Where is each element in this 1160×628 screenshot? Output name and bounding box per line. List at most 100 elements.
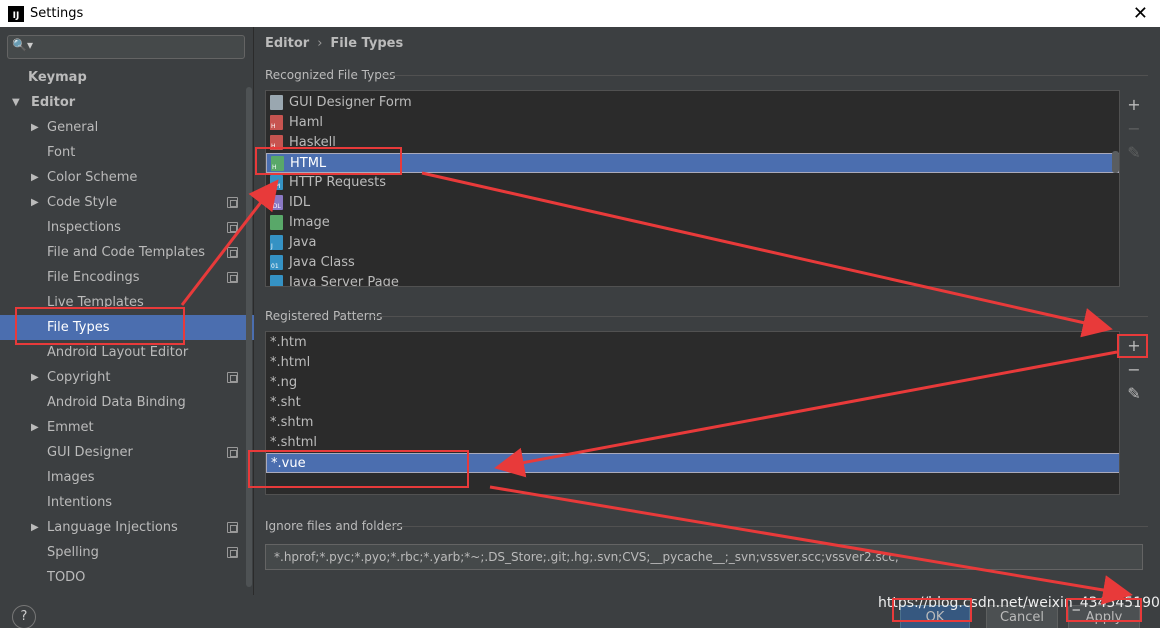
file-type-label: GUI Designer Form bbox=[289, 95, 412, 110]
sidebar-item-todo[interactable]: TODO bbox=[0, 565, 254, 590]
sidebar-item-label: GUI Designer bbox=[47, 445, 133, 460]
annotation-box-vue bbox=[248, 450, 469, 488]
pattern-row[interactable]: *.ng bbox=[266, 373, 1106, 393]
pattern-row[interactable]: *.sht bbox=[266, 393, 1106, 413]
sidebar-item-font[interactable]: Font bbox=[0, 140, 254, 165]
file-type-row[interactable]: Image bbox=[266, 213, 1106, 233]
file-type-icon-tag: J bbox=[270, 243, 274, 250]
pattern-label: *.shtm bbox=[270, 415, 314, 430]
collapse-arrow-icon[interactable]: ▶ bbox=[31, 115, 39, 140]
intellij-app-icon: IJ bbox=[8, 5, 24, 22]
edit-file-type-button[interactable]: ✎ bbox=[1123, 141, 1145, 165]
sidebar-item-copyright[interactable]: ▶ Copyright bbox=[0, 365, 254, 390]
breadcrumb-separator: › bbox=[317, 36, 323, 51]
breadcrumb-parent[interactable]: Editor bbox=[265, 36, 309, 51]
expand-arrow-icon[interactable]: ▼ bbox=[12, 90, 20, 115]
annotation-box-apply bbox=[1066, 598, 1142, 622]
edit-pattern-button[interactable]: ✎ bbox=[1123, 382, 1145, 406]
remove-pattern-button[interactable]: − bbox=[1123, 358, 1145, 382]
file-type-label: Java bbox=[289, 235, 317, 250]
project-scope-icon bbox=[227, 547, 238, 558]
file-type-row[interactable]: H Haml bbox=[266, 113, 1106, 133]
sidebar-item-images[interactable]: Images bbox=[0, 465, 254, 490]
file-type-icon-tag: 01 bbox=[270, 263, 280, 270]
collapse-arrow-icon[interactable]: ▶ bbox=[31, 165, 39, 190]
file-type-label: HTTP Requests bbox=[289, 175, 386, 190]
recognized-file-types-list[interactable]: GUI Designer Form H Haml H Haskell H HTML API HT… bbox=[265, 90, 1120, 287]
annotation-box-html bbox=[255, 147, 402, 175]
haml-file-icon: H bbox=[270, 115, 283, 130]
section-divider bbox=[390, 526, 1148, 527]
sidebar-item-label: Editor bbox=[31, 95, 76, 110]
search-input[interactable]: 🔍▾ bbox=[7, 35, 245, 59]
sidebar-item-label: TODO bbox=[47, 570, 86, 585]
close-icon[interactable]: ✕ bbox=[1133, 3, 1148, 24]
sidebar-item-inspections[interactable]: Inspections bbox=[0, 215, 254, 240]
annotation-box-add-pattern bbox=[1117, 334, 1148, 358]
sidebar-item-label: General bbox=[47, 120, 99, 135]
project-scope-icon bbox=[227, 222, 238, 233]
sidebar-item-file-and-code-templates[interactable]: File and Code Templates bbox=[0, 240, 254, 265]
pattern-label: *.html bbox=[270, 355, 311, 370]
registered-patterns-title: Registered Patterns bbox=[265, 309, 383, 323]
sidebar-item-general[interactable]: ▶ General bbox=[0, 115, 254, 140]
sidebar-item-intentions[interactable]: Intentions bbox=[0, 490, 254, 515]
ignore-files-title: Ignore files and folders bbox=[265, 519, 403, 533]
sidebar-item-label: Code Style bbox=[47, 195, 118, 210]
pattern-label: *.htm bbox=[270, 335, 307, 350]
sidebar-item-file-encodings[interactable]: File Encodings bbox=[0, 265, 254, 290]
collapse-arrow-icon[interactable]: ▶ bbox=[31, 190, 39, 215]
http-requests-icon: API bbox=[270, 175, 283, 190]
pattern-row[interactable]: *.html bbox=[266, 353, 1106, 373]
pattern-row[interactable]: *.htm bbox=[266, 333, 1106, 353]
file-type-row[interactable]: Java Server Page bbox=[266, 273, 1106, 286]
breadcrumb: Editor › File Types bbox=[265, 36, 403, 51]
java-file-icon: J bbox=[270, 235, 283, 250]
file-type-row[interactable]: 01 Java Class bbox=[266, 253, 1106, 273]
sidebar-item-language-injections[interactable]: ▶ Language Injections bbox=[0, 515, 254, 540]
recognized-list-scrollbar[interactable] bbox=[1112, 151, 1119, 173]
file-type-row[interactable]: API HTTP Requests bbox=[266, 173, 1106, 193]
title-bar: IJ Settings ✕ bbox=[0, 0, 1160, 27]
remove-file-type-button[interactable]: − bbox=[1123, 117, 1145, 141]
sidebar-item-keymap[interactable]: Keymap bbox=[0, 65, 254, 90]
sidebar-item-color-scheme[interactable]: ▶ Color Scheme bbox=[0, 165, 254, 190]
sidebar-item-spelling[interactable]: Spelling bbox=[0, 540, 254, 565]
sidebar-scrollbar[interactable] bbox=[246, 87, 252, 587]
sidebar-item-label: Emmet bbox=[47, 420, 94, 435]
help-button[interactable]: ? bbox=[12, 605, 36, 628]
sidebar-item-android-data-binding[interactable]: Android Data Binding bbox=[0, 390, 254, 415]
ignore-files-input[interactable]: *.hprof;*.pyc;*.pyo;*.rbc;*.yarb;*~;.DS_… bbox=[265, 544, 1143, 570]
sidebar-item-label: Language Injections bbox=[47, 520, 178, 535]
gui-form-icon bbox=[270, 95, 283, 110]
recognized-file-types-title: Recognized File Types bbox=[265, 68, 396, 82]
file-type-row[interactable]: IDL IDL bbox=[266, 193, 1106, 213]
collapse-arrow-icon[interactable]: ▶ bbox=[31, 515, 39, 540]
recognized-toolbar: + − ✎ bbox=[1123, 93, 1145, 165]
section-divider bbox=[383, 75, 1148, 76]
sidebar-item-label: Images bbox=[47, 470, 95, 485]
sidebar-item-label: Android Data Binding bbox=[47, 395, 186, 410]
add-file-type-button[interactable]: + bbox=[1123, 93, 1145, 117]
sidebar-item-gui-designer[interactable]: GUI Designer bbox=[0, 440, 254, 465]
file-type-row[interactable]: J Java bbox=[266, 233, 1106, 253]
sidebar-item-editor[interactable]: ▼ Editor bbox=[0, 90, 254, 115]
sidebar-item-emmet[interactable]: ▶ Emmet bbox=[0, 415, 254, 440]
collapse-arrow-icon[interactable]: ▶ bbox=[31, 415, 39, 440]
collapse-arrow-icon[interactable]: ▶ bbox=[31, 365, 39, 390]
pattern-label: *.ng bbox=[270, 375, 298, 390]
idl-file-icon: IDL bbox=[270, 195, 283, 210]
file-type-label: Haml bbox=[289, 115, 324, 130]
file-type-row[interactable]: GUI Designer Form bbox=[266, 93, 1106, 113]
image-file-icon bbox=[270, 215, 283, 230]
jsp-file-icon bbox=[270, 275, 283, 286]
file-type-icon-tag: API bbox=[270, 183, 282, 190]
project-scope-icon bbox=[227, 447, 238, 458]
project-scope-icon bbox=[227, 197, 238, 208]
file-type-icon-tag: H bbox=[270, 123, 277, 130]
pattern-row[interactable]: *.shtm bbox=[266, 413, 1106, 433]
sidebar-item-code-style[interactable]: ▶ Code Style bbox=[0, 190, 254, 215]
sidebar-item-label: Copyright bbox=[47, 370, 111, 385]
sidebar-item-label: Intentions bbox=[47, 495, 113, 510]
file-type-label: Image bbox=[289, 215, 330, 230]
